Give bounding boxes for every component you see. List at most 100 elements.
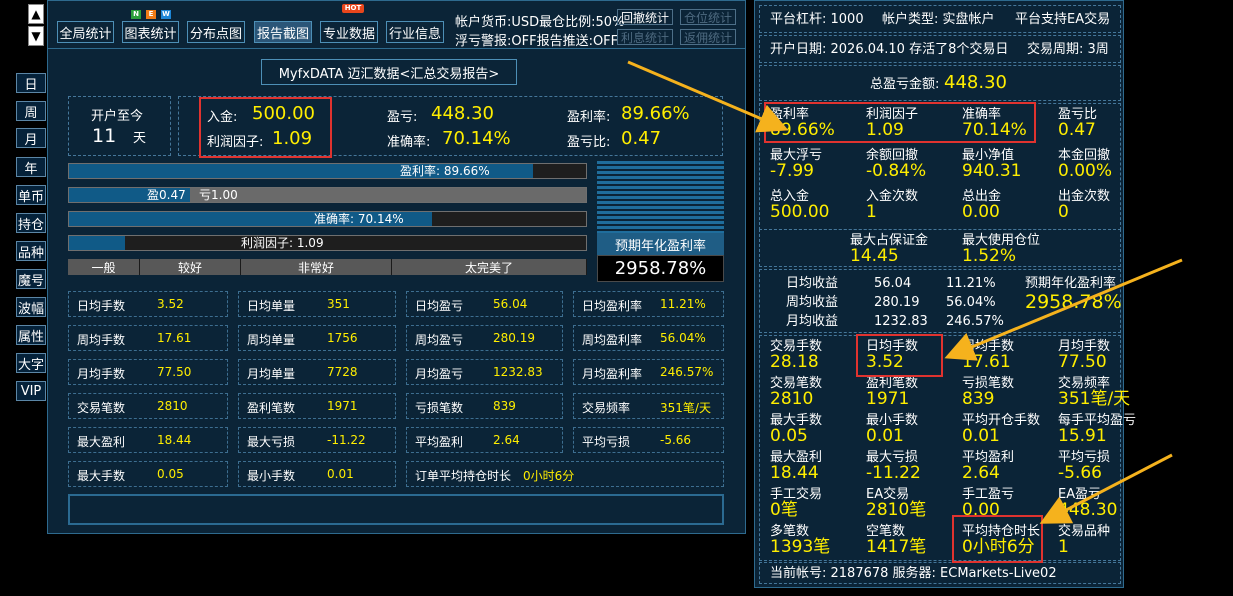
position-stats-button[interactable]: 仓位统计 [680,9,736,25]
rebate-stats-button[interactable]: 返佣统计 [680,29,736,45]
interest-stats-button[interactable]: 利息统计 [617,29,673,45]
annual-rate-right-label: 预期年化盈利率 [1025,276,1117,291]
right-stat-value: 1393笔 [770,537,831,557]
right-stat-value: 15.91 [1058,426,1107,446]
stat-label: 月均盈亏 [415,367,464,381]
income-value: 1232.83 [874,314,928,329]
stat-label: 交易笔数 [77,401,126,415]
stat-value: 1756 [327,331,358,345]
right-stat-value: 28.18 [770,352,819,372]
right-stat-value: 18.44 [770,463,819,483]
pro-data-button[interactable]: 专业数据 [320,21,378,43]
left-nav-item-0[interactable]: 日 [16,73,46,93]
right-stat-value: 0笔 [770,500,798,520]
left-nav-item-1[interactable]: 周 [16,101,46,121]
stat-label: 月均盈利率 [582,367,643,381]
left-nav-item-9[interactable]: 属性 [16,325,46,345]
stat-label: 平均盈利 [415,435,464,449]
right-stat-value: -7.99 [770,161,814,181]
stat-value: 3.52 [157,297,184,311]
scroll-down-button[interactable]: ▼ [28,26,44,46]
account-type-text: 帐户类型: 实盘帐户 [882,12,995,27]
right-stat-value: -5.66 [1058,463,1102,483]
income-value: 280.19 [874,295,920,310]
ea-support-text: 平台支持EA交易 [1015,12,1111,27]
open-date-row: 开户日期: 2026.04.10 存活了8个交易日 交易周期: 3周 [759,35,1121,63]
stat-label: 周均盈亏 [415,333,464,347]
distribution-plot-button[interactable]: 分布点图 [187,21,245,43]
total-pl-label: 总盈亏金额: [870,77,940,92]
drawdown-stats-button[interactable]: 回撤统计 [617,9,673,25]
empty-input-area[interactable] [68,494,724,525]
stat-cell: 平均亏损 -5.66 [573,427,724,453]
stat-cell: 平均盈利 2.64 [406,427,563,453]
account-server-text: 当前帐号: 2187678 服务器: ECMarkets-Live02 [770,566,1057,581]
income-box: 日均收益 56.04 11.21% 周均收益 280.19 56.04% 月均收益 1232.… [759,269,1122,333]
right-stat-value: 0.05 [770,426,808,446]
left-nav-item-10[interactable]: 大字 [16,353,46,373]
accuracy-bar: 准确率: 70.14% [68,211,587,227]
stat-label: 日均单量 [247,299,296,313]
stat-label: 平均亏损 [582,435,631,449]
scale-perfect: 太完美了 [392,259,587,275]
right-stat-value: 0.01 [962,426,1000,446]
left-nav-item-11[interactable]: VIP [16,381,46,401]
right-stat-value: 2810 [770,389,814,409]
industry-info-button[interactable]: 行业信息 [386,21,444,43]
right-summary-panel: 平台杠杆: 1000 帐户类型: 实盘帐户 平台支持EA交易 开户日期: 202… [754,0,1136,588]
highlight-deposit-box [199,97,332,158]
max-position-value: 1.52% [962,246,1017,266]
profit-rate-value: 89.66% [621,103,690,124]
pl-label: 盈亏: [387,110,418,125]
pl-ratio-win-label: 盈0.47 [147,188,186,202]
highlight-hold-time-box [952,515,1043,563]
scroll-up-button[interactable]: ▲ [28,4,44,24]
profit-factor-bar-fill [69,236,126,250]
left-nav-item-8[interactable]: 波幅 [16,297,46,317]
hot-badge: HOT [342,4,364,13]
stat-label: 最小手数 [247,469,296,483]
right-stat-value: 77.50 [1058,352,1107,372]
stat-value: 77.50 [157,365,192,379]
pl-ratio-bar: 盈0.47 亏1.00 [68,187,587,203]
left-nav-item-3[interactable]: 年 [16,157,46,177]
stat-value: 351笔/天 [660,401,711,415]
right-stat-value: 0 [1058,202,1069,222]
pl-ratio-label: 盈亏比: [567,135,611,150]
right-stat-value: 2810笔 [866,500,927,520]
left-nav-item-2[interactable]: 月 [16,128,46,148]
right-stat-value: -11.22 [866,463,921,483]
chart-stats-button[interactable]: 图表统计 [122,21,179,43]
stat-value: 56.04% [660,331,706,345]
report-screenshot-button[interactable]: 报告截图 [254,21,312,43]
period-text: 交易周期: 3周 [1027,42,1109,57]
stat-cell: 最大盈利 18.44 [68,427,228,453]
stat-value: -11.22 [327,433,366,447]
stat-label: 周均单量 [247,333,296,347]
scale-very-good: 非常好 [241,259,392,275]
stat-cell: 月均手数 77.50 [68,359,228,385]
profit-rate-label: 盈利率: [567,110,611,125]
stat-label: 周均盈利率 [582,333,643,347]
new-badge-w: W [161,10,171,19]
rating-scale: 一般 较好 非常好 太完美了 [68,259,587,275]
global-stats-button[interactable]: 全局统计 [57,21,114,43]
stat-value: -5.66 [660,433,692,447]
stat-label: 亏损笔数 [415,401,464,415]
stat-value: 351 [327,297,350,311]
left-nav-item-5[interactable]: 持仓 [16,213,46,233]
right-stat-value: -0.84% [866,161,927,181]
since-open-box: 开户至今 11 天 [68,96,171,156]
account-footer: 当前帐号: 2187678 服务器: ECMarkets-Live02 [759,562,1121,584]
left-nav-item-6[interactable]: 品种 [16,241,46,261]
stat-value: 1232.83 [493,365,543,379]
left-nav-item-7[interactable]: 魔号 [16,269,46,289]
stat-label: 最大盈利 [77,435,126,449]
stat-value: 11.21% [660,297,706,311]
right-stat-value: 1417笔 [866,537,927,557]
margin-row: 最大占保证金 14.45 最大使用仓位 1.52% [759,229,1121,267]
right-stat-value: 2.64 [962,463,1000,483]
stat-label: 盈利笔数 [247,401,296,415]
left-nav-item-4[interactable]: 单币 [16,185,46,205]
annual-rate-value: 2958.78% [597,255,724,282]
